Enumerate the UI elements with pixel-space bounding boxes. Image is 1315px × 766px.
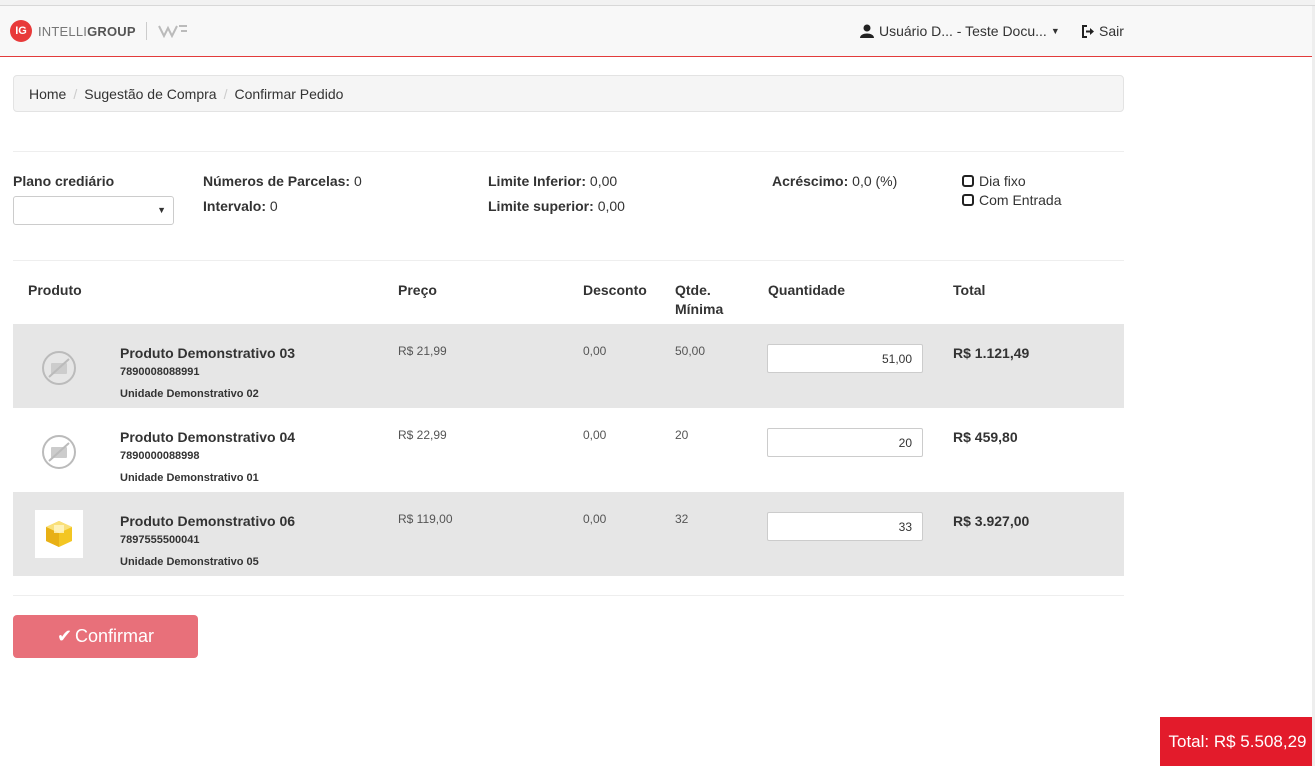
header-quantidade: Quantidade <box>768 282 846 298</box>
divider <box>13 151 1124 152</box>
table-row: Produto Demonstrativo 04 7890000088998 U… <box>13 408 1124 492</box>
product-discount: 0,00 <box>583 428 607 442</box>
limite-superior-value: 0,00 <box>597 198 625 214</box>
chevron-down-icon: ▼ <box>1050 26 1060 36</box>
breadcrumb-home[interactable]: Home <box>29 86 66 102</box>
breadcrumb-sugestao[interactable]: Sugestão de Compra <box>84 86 216 102</box>
product-unit: Unidade Demonstrativo 01 <box>120 472 259 484</box>
acrescimo-value: 0,0 (%) <box>852 173 898 189</box>
header-qtde-minima: Qtde. Mínima <box>675 281 723 319</box>
header-qtde-minima-line2: Mínima <box>675 301 724 317</box>
checkbox-icon <box>962 175 974 187</box>
limite-superior-info: Limite superior: 0,00 <box>488 198 625 214</box>
product-min-qty: 50,00 <box>675 344 706 358</box>
check-icon: ✔ <box>56 626 73 646</box>
product-discount: 0,00 <box>583 512 607 526</box>
header-preco: Preço <box>398 282 437 298</box>
user-menu[interactable]: Usuário D... - Teste Docu... ▼ <box>860 23 1060 39</box>
product-box-image <box>35 510 83 558</box>
parcelas-value: 0 <box>353 173 362 189</box>
quantity-input[interactable]: 33 <box>767 512 923 541</box>
intervalo-value: 0 <box>269 198 278 214</box>
plano-label: Plano crediário <box>13 173 115 189</box>
plano-select[interactable]: ▼ <box>13 196 174 225</box>
no-image-icon <box>35 428 83 476</box>
quantity-input[interactable]: 20 <box>767 428 923 457</box>
acrescimo-info: Acréscimo: 0,0 (%) <box>772 173 897 189</box>
limite-superior-label: Limite superior: <box>488 198 594 214</box>
com-entrada-label: Com Entrada <box>979 192 1062 208</box>
logout-button[interactable]: Sair <box>1081 23 1124 39</box>
product-code: 7890000088998 <box>120 450 200 462</box>
user-label: Usuário D... - Teste Docu... <box>879 23 1047 39</box>
product-price: R$ 22,99 <box>398 428 447 442</box>
logo-badge: IG <box>10 20 32 42</box>
parcelas-label: Números de Parcelas: <box>203 173 351 189</box>
dia-fixo-checkbox[interactable]: Dia fixo <box>962 173 1026 189</box>
logout-label: Sair <box>1099 23 1124 39</box>
no-image-icon <box>35 344 83 392</box>
checkbox-icon <box>962 194 974 206</box>
table-row: Produto Demonstrativo 06 7897555500041 U… <box>13 492 1124 576</box>
header-produto: Produto <box>28 282 82 298</box>
header-desconto: Desconto <box>583 282 647 298</box>
header-total: Total <box>953 282 986 298</box>
divider <box>13 595 1124 596</box>
product-unit: Unidade Demonstrativo 05 <box>120 556 259 568</box>
logo-text-bold: GROUP <box>87 23 136 39</box>
grand-total-badge: Total: R$ 5.508,29 <box>1160 717 1315 766</box>
breadcrumb-separator: / <box>73 86 78 102</box>
product-min-qty: 32 <box>675 512 689 526</box>
breadcrumb-current: Confirmar Pedido <box>234 86 344 102</box>
product-min-qty: 20 <box>675 428 689 442</box>
table-header: Produto Preço Desconto Qtde. Mínima Quan… <box>13 280 1124 324</box>
confirm-button[interactable]: ✔ Confirmar <box>13 615 198 658</box>
grand-total-label: Total: R$ 5.508,29 <box>1168 731 1307 751</box>
row-total: R$ 459,80 <box>953 429 1018 445</box>
logo-text-prefix: INTELLI <box>38 23 88 39</box>
partner-logo-icon <box>157 25 187 38</box>
com-entrada-checkbox[interactable]: Com Entrada <box>962 192 1061 208</box>
confirm-label: Confirmar <box>75 626 155 646</box>
intervalo-info: Intervalo: 0 <box>203 198 278 214</box>
product-name: Produto Demonstrativo 06 <box>120 513 296 529</box>
row-total: R$ 1.121,49 <box>953 345 1030 361</box>
product-code: 7890008088991 <box>120 366 200 378</box>
divider <box>13 260 1124 261</box>
user-icon <box>860 24 874 38</box>
dia-fixo-label: Dia fixo <box>979 173 1026 189</box>
logo-separator <box>145 22 147 40</box>
logout-icon <box>1082 24 1094 38</box>
header-qtde-minima-line1: Qtde. <box>675 282 711 298</box>
chevron-down-icon: ▼ <box>157 205 166 215</box>
product-price: R$ 21,99 <box>398 344 447 358</box>
product-price: R$ 119,00 <box>398 512 453 526</box>
table-row: Produto Demonstrativo 03 7890008088991 U… <box>13 324 1124 408</box>
product-name: Produto Demonstrativo 03 <box>120 345 296 361</box>
quantity-input[interactable]: 51,00 <box>767 344 923 373</box>
logo-text: INTELLIGROUP <box>38 24 136 39</box>
navbar: IG INTELLIGROUP Usuário D... - Teste Doc… <box>0 6 1315 57</box>
row-total: R$ 3.927,00 <box>953 513 1030 529</box>
parcelas-info: Números de Parcelas: 0 <box>203 173 362 189</box>
breadcrumb: Home / Sugestão de Compra / Confirmar Pedido <box>13 75 1124 112</box>
breadcrumb-separator: / <box>223 86 228 102</box>
intervalo-label: Intervalo: <box>203 198 267 214</box>
logo[interactable]: IG INTELLIGROUP <box>10 20 191 42</box>
product-code: 7897555500041 <box>120 534 200 546</box>
product-name: Produto Demonstrativo 04 <box>120 429 296 445</box>
payment-plan-section: Plano crediário ▼ Números de Parcelas: 0… <box>13 172 1124 232</box>
limite-inferior-info: Limite Inferior: 0,00 <box>488 173 617 189</box>
product-discount: 0,00 <box>583 344 607 358</box>
limite-inferior-value: 0,00 <box>589 173 618 189</box>
product-unit: Unidade Demonstrativo 02 <box>120 388 259 400</box>
limite-inferior-label: Limite Inferior: <box>488 173 587 189</box>
acrescimo-label: Acréscimo: <box>772 173 849 189</box>
